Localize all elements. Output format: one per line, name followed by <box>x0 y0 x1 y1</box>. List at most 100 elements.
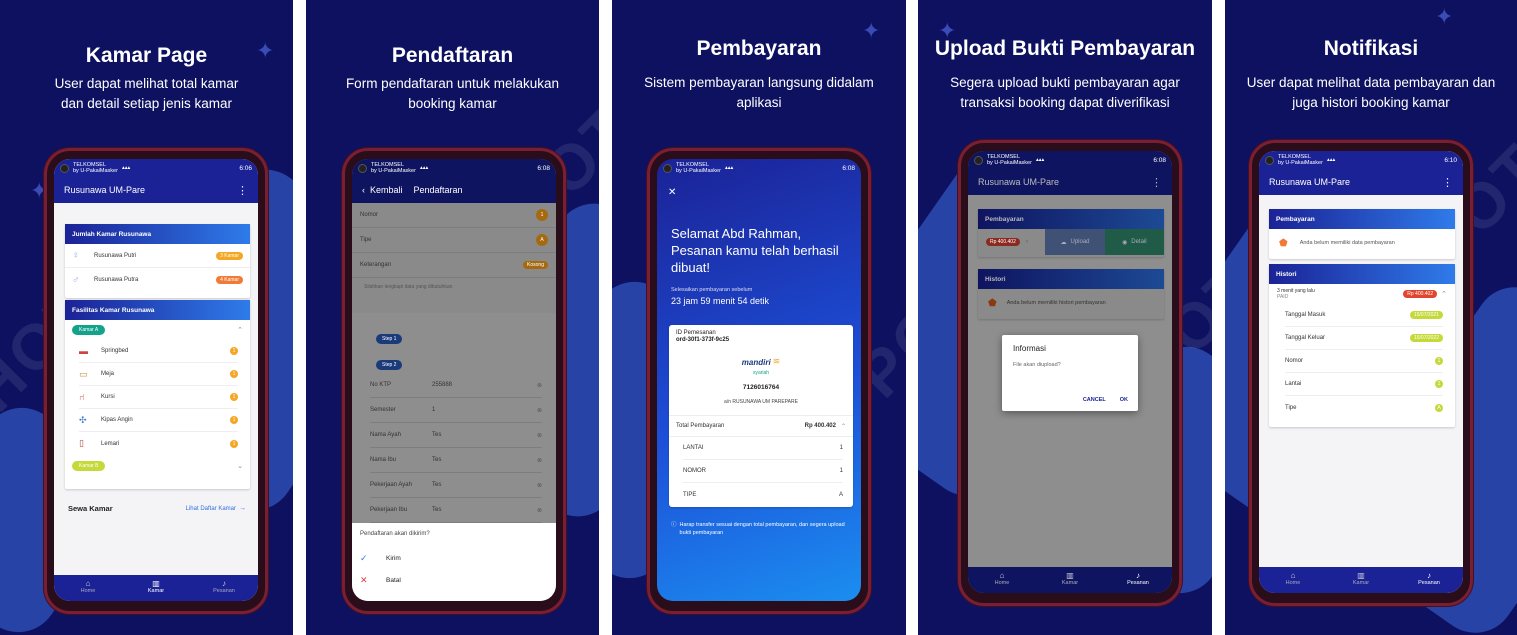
home-icon: ⌂ <box>1290 571 1296 580</box>
form-field[interactable]: Nama Ayah Tes ⊗ <box>370 423 542 448</box>
histori-detail-row: Lantai 1 <box>1285 373 1443 396</box>
form-field[interactable]: Semester 1 ⊗ <box>370 398 542 423</box>
account-name: a/n RUSUNAWA UM PAREPARE <box>724 399 798 405</box>
list-item: ▭ Meja 1 <box>79 363 238 386</box>
step-1-chip[interactable]: Step 1 <box>376 334 403 344</box>
form-field[interactable]: Pekerjaan Ibu Tes ⊗ <box>370 498 542 523</box>
nav-pesanan[interactable]: ♪ Pesanan <box>1104 567 1172 593</box>
form-field[interactable]: Pekerjaan Ayah Tes ⊗ <box>370 473 542 498</box>
nav-pesanan[interactable]: ♪ Pesanan <box>1395 567 1463 593</box>
panel-subtitle: Segera upload bukti pembayaran agar tran… <box>950 75 1180 110</box>
kamar-a-chip[interactable]: Kamar A <box>72 325 106 335</box>
amount-badge: Rp 400.402 <box>986 238 1020 246</box>
clear-icon[interactable]: ⊗ <box>537 507 542 514</box>
form-field[interactable]: No KTP 255888 ⊗ <box>370 373 542 398</box>
panel-title: Upload Bukti Pembayaran <box>934 37 1196 60</box>
total-amount: Rp 400.402 <box>804 423 836 429</box>
dialog-cancel-button[interactable]: CANCEL <box>1083 397 1106 403</box>
list-item: ▬ Springbed 1 <box>79 340 238 363</box>
transfer-note: Harap transfer sesuai dengan total pemba… <box>679 522 845 536</box>
app-bar: ‹ Kembali Pendaftaran <box>352 177 556 203</box>
total-row[interactable]: Total Pembayaran Rp 400.402 ⌃ <box>669 415 853 437</box>
more-menu-icon[interactable]: ⋮ <box>237 184 248 197</box>
status-bar: TELKOMSEL by U-PakaiMasker ▴▴▴ 6:06 <box>54 159 258 177</box>
clear-icon[interactable]: ⊗ <box>537 457 542 464</box>
nav-home[interactable]: ⌂ Home <box>968 567 1036 593</box>
nav-pesanan[interactable]: ♪ Pesanan <box>190 575 258 601</box>
home-icon: ⌂ <box>999 571 1005 580</box>
app-title: Rusunawa UM-Pare <box>978 177 1060 187</box>
list-item: ⑁ Kursi 1 <box>79 386 238 409</box>
status-time: 6:08 <box>842 164 855 172</box>
panel-pendaftaran: HOTPOT Pendaftaran Form pendaftaran untu… <box>306 0 599 635</box>
close-icon[interactable]: ✕ <box>668 187 676 198</box>
histori-item-header[interactable]: 3 menit yang lalu PAID Rp 400.402 ⌃ <box>1269 284 1455 304</box>
count-dot: 1 <box>230 439 238 448</box>
step-2-chip[interactable]: Step 2 <box>376 360 403 370</box>
list-item: ▯ Lemari 1 <box>79 432 238 455</box>
chair-icon: ⑁ <box>79 392 85 402</box>
kamar-b-chip[interactable]: Kamar B <box>72 461 106 471</box>
mandiri-logo-sub: syariah <box>752 370 770 376</box>
order-card: ID Pemesanan ord-30f1-373f-9c25 mandiri … <box>669 325 853 507</box>
upload-button[interactable]: ☁ Upload <box>1045 229 1105 255</box>
detail-row: LANTAI 1 <box>683 437 843 460</box>
more-menu-icon[interactable]: ⋮ <box>1442 176 1453 189</box>
clear-icon[interactable]: ⊗ <box>537 482 542 489</box>
fan-icon: ✣ <box>79 414 87 425</box>
signal-icon: ▴▴▴ <box>724 165 734 171</box>
camera-icon <box>663 163 672 173</box>
arrow-right-icon[interactable]: → <box>239 505 246 512</box>
nav-kamar[interactable]: ▥ Kamar <box>122 575 190 601</box>
back-button[interactable]: Kembali <box>370 185 403 195</box>
more-menu-icon[interactable]: ⋮ <box>1151 176 1162 189</box>
home-icon: ⌂ <box>85 579 91 588</box>
clear-icon[interactable]: ⊗ <box>537 382 542 389</box>
mandiri-logo-icon: ≋ <box>772 356 781 366</box>
order-id: ord-30f1-373f-9c25 <box>676 337 730 343</box>
lihat-daftar-link[interactable]: Lihat Daftar Kamar <box>186 506 236 512</box>
kirim-button[interactable]: ✓ Kirim <box>360 547 548 569</box>
phone-frame: TELKOMSEL by U-PakaiMasker ▴▴▴ 6:08 ‹ Kem… <box>342 148 566 614</box>
nav-kamar[interactable]: ▥ Kamar <box>1327 567 1395 593</box>
signal-icon: ▴▴▴ <box>419 165 429 171</box>
app-title: Rusunawa UM-Pare <box>64 185 146 195</box>
dialog-ok-button[interactable]: OK <box>1120 397 1128 403</box>
list-item[interactable]: ♂ Rusunawa Putra 4 Kamar <box>65 268 250 292</box>
panel-notifikasi: ✦ HOTPOT Notifikasi User dapat melihat d… <box>1225 0 1517 635</box>
count-badge: 3 Kamar <box>216 251 243 260</box>
nav-home[interactable]: ⌂ Home <box>54 575 122 601</box>
sheet-title: Pendaftaran akan dikirim? <box>360 531 430 537</box>
app-bar: Rusunawa UM-Pare ⋮ <box>968 169 1172 195</box>
chevron-down-icon[interactable]: ⌄ <box>237 462 243 470</box>
detail-button[interactable]: ◉ Detail <box>1104 229 1164 255</box>
card-header: Histori <box>1269 264 1455 284</box>
histori-detail-row: Tipe A <box>1285 396 1443 419</box>
nav-kamar[interactable]: ▥ Kamar <box>1036 567 1104 593</box>
panel-kamar-page: ✦ ✦ HOTPOT Kamar Page User dapat melihat… <box>0 0 293 635</box>
nav-home[interactable]: ⌂ Home <box>1259 567 1327 593</box>
signal-icon: ▴▴▴ <box>1035 157 1045 163</box>
signal-icon: ▴▴▴ <box>121 165 131 171</box>
summary-row: Keterangan Kosong <box>352 253 556 278</box>
clear-icon[interactable]: ⊗ <box>537 432 542 439</box>
wardrobe-icon: ▯ <box>79 438 84 448</box>
sewa-kamar-label: Sewa Kamar <box>68 504 113 513</box>
back-arrow-icon[interactable]: ‹ <box>362 185 365 195</box>
list-item[interactable]: ♀ Rusunawa Putri 3 Kamar <box>65 244 250 268</box>
form-field[interactable]: Nama Ibu Tes ⊗ <box>370 448 542 473</box>
bottom-nav: ⌂ Home ▥ Kamar ♪ Pesanan <box>968 567 1172 593</box>
check-icon: ✓ <box>360 552 368 563</box>
clear-icon[interactable]: ⊗ <box>537 407 542 414</box>
status-bar: TELKOMSEL by U-PakaiMasker ▴▴▴ 6:08 <box>968 151 1172 169</box>
informasi-dialog: Informasi File akan diupload? CANCEL OK <box>1002 335 1138 411</box>
building-icon: ▥ <box>1066 571 1074 580</box>
batal-button[interactable]: ✕ Batal <box>360 569 548 591</box>
app-bar: Rusunawa UM-Pare ⋮ <box>1259 169 1463 195</box>
chevron-up-icon[interactable]: ⌃ <box>237 326 243 334</box>
phone-screen: TELKOMSEL by U-PakaiMasker ▴▴▴ 6:08 ‹ Kem… <box>352 159 556 601</box>
card-header: Fasilitas Kamar Rusunawa <box>65 300 250 320</box>
panel-subtitle: User dapat melihat total kamar dan detai… <box>54 76 239 111</box>
summary-row: Tipe A <box>352 228 556 253</box>
male-person-icon: ♂ <box>72 274 80 286</box>
